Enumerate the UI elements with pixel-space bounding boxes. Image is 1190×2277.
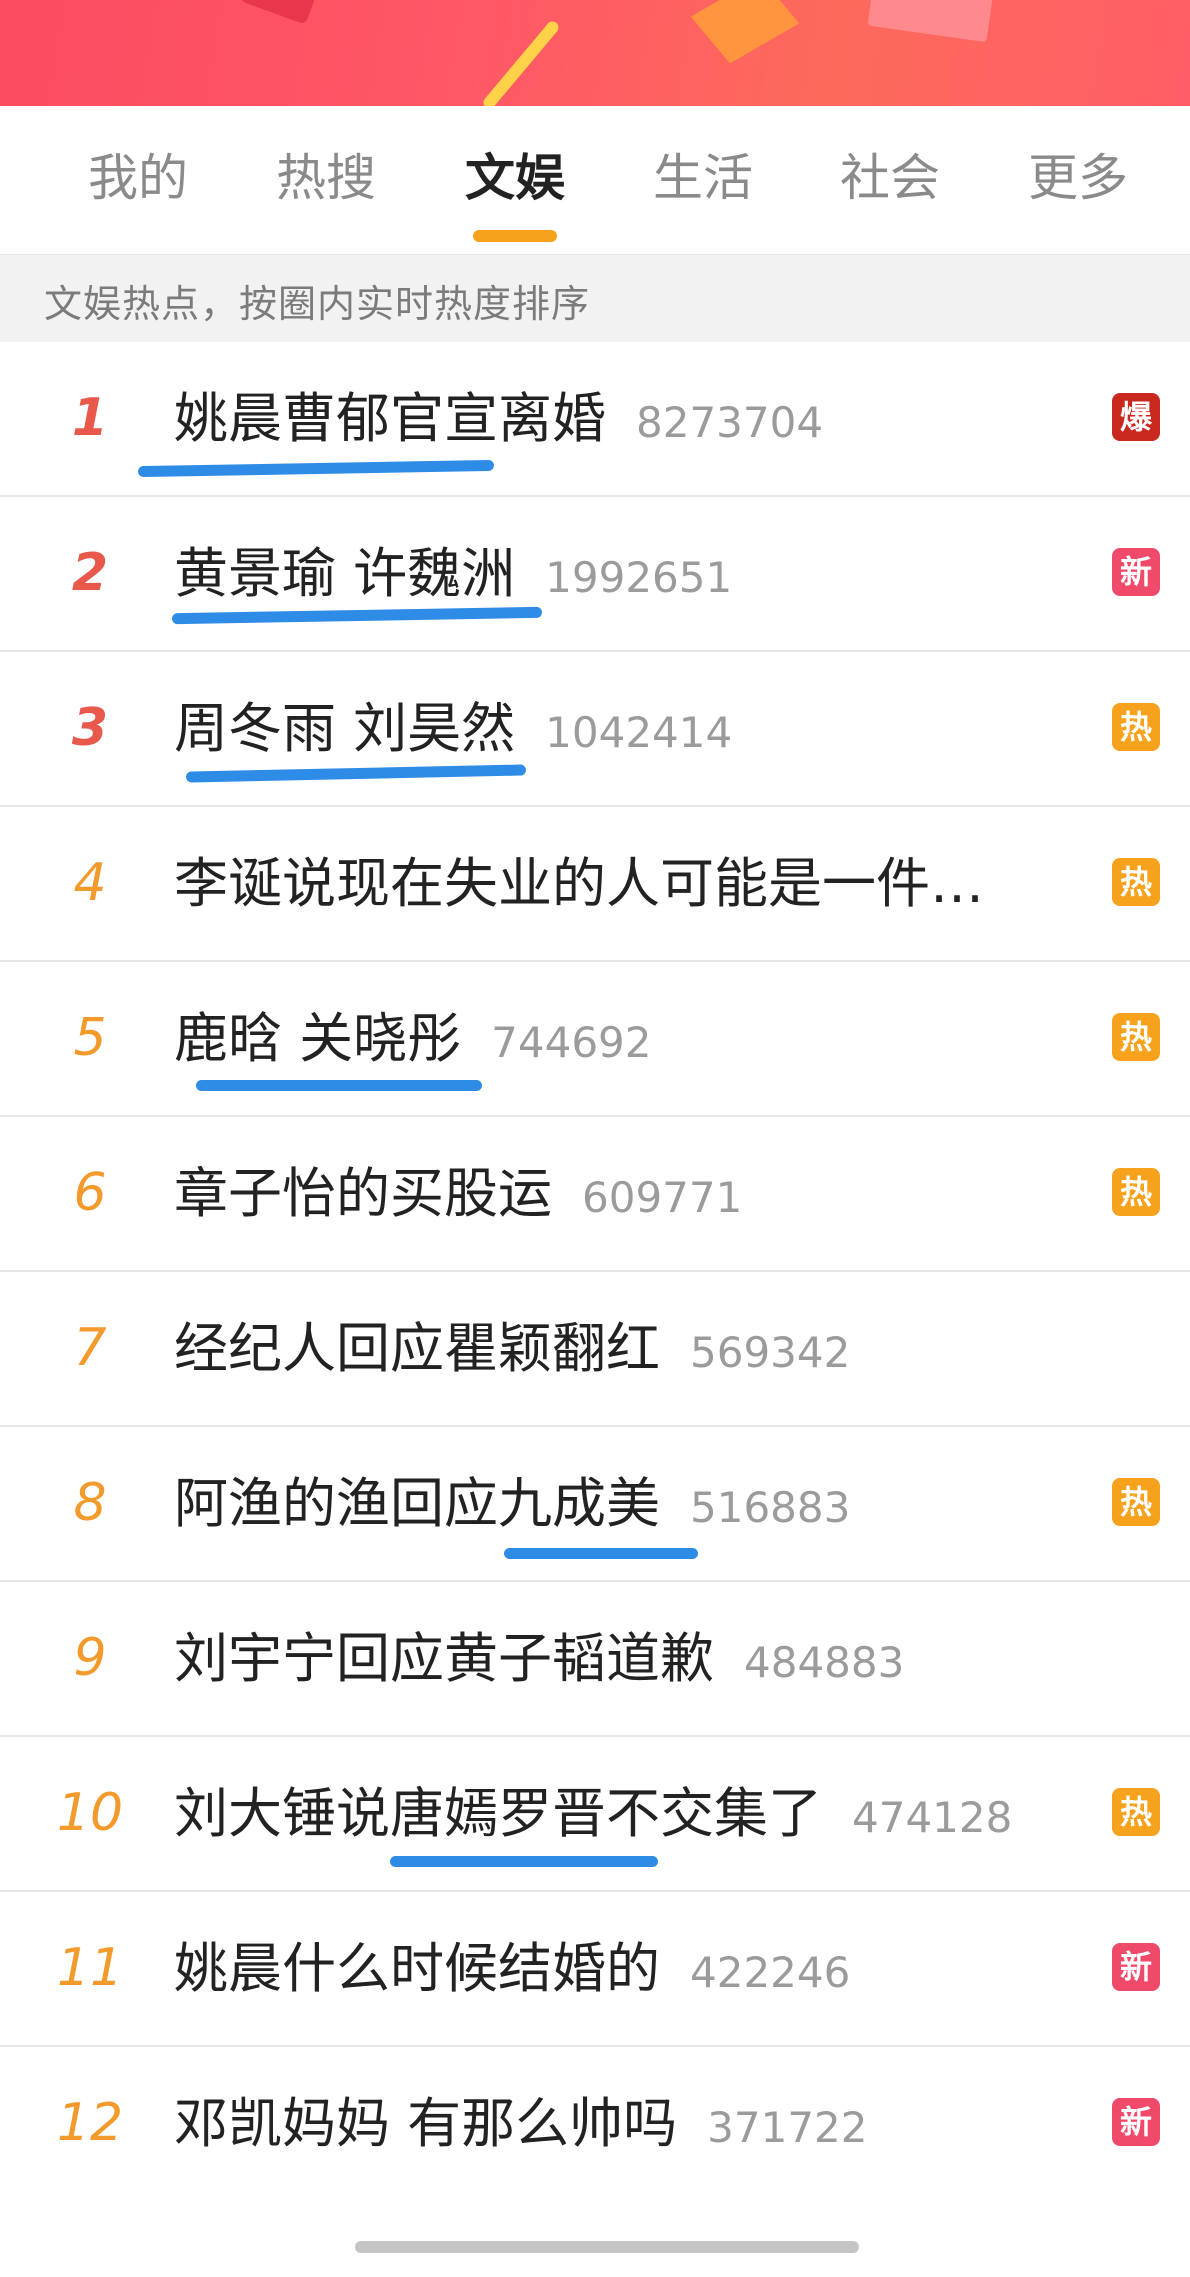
rank-number: 11 [56, 1938, 124, 1998]
hand-drawn-underline [504, 1548, 698, 1559]
rank-number: 8 [73, 1473, 107, 1533]
topic-title: 李诞说现在失业的人可能是一件… [174, 852, 984, 915]
new-badge: 新 [1112, 548, 1160, 596]
category-tabs: 我的 热搜 文娱 生活 社会 更多 [0, 106, 1190, 254]
hand-drawn-underline [137, 459, 495, 478]
section-description-text: 文娱热点，按圈内实时热度排序 [44, 282, 591, 326]
section-description: 文娱热点，按圈内实时热度排序 [0, 254, 1190, 342]
heat-count: 371722 [707, 2103, 868, 2152]
rank-number: 12 [56, 2093, 124, 2153]
hand-drawn-underline [196, 1080, 482, 1091]
rank-number: 7 [73, 1318, 107, 1378]
list-item[interactable]: 3 周冬雨 刘昊然 1042414 热 [0, 652, 1190, 807]
trending-badge: 热 [1112, 858, 1160, 906]
trending-badge: 热 [1112, 703, 1160, 751]
list-item[interactable]: 1 姚晨曹郁官宣离婚 8273704 爆 [0, 342, 1190, 497]
list-item[interactable]: 5 鹿晗 关晓彤 744692 热 [0, 962, 1190, 1117]
list-item[interactable]: 7 经纪人回应瞿颖翻红 569342 [0, 1272, 1190, 1427]
topic-title: 邓凯妈妈 有那么帅吗 [174, 2092, 678, 2155]
rank-number: 9 [73, 1628, 107, 1688]
trending-list: 1 姚晨曹郁官宣离婚 8273704 爆 2 黄景瑜 许魏洲 1992651 新… [0, 342, 1190, 2202]
new-badge: 新 [1112, 2098, 1160, 2146]
hot-badge: 爆 [1112, 393, 1160, 441]
banner-decoration-gem [690, 0, 800, 64]
topic-title: 刘宇宁回应黄子韬道歉 [174, 1627, 714, 1690]
topic-title: 章子怡的买股运 [174, 1162, 552, 1225]
list-item[interactable]: 12 邓凯妈妈 有那么帅吗 371722 新 [0, 2047, 1190, 2202]
topic-title: 周冬雨 刘昊然 [174, 697, 516, 760]
top-banner [0, 0, 1190, 106]
heat-count: 516883 [690, 1483, 851, 1532]
heat-count: 1992651 [545, 553, 733, 602]
rank-number: 6 [73, 1163, 107, 1223]
list-item[interactable]: 9 刘宇宁回应黄子韬道歉 484883 [0, 1582, 1190, 1737]
heat-count: 744692 [491, 1018, 652, 1067]
heat-count: 1042414 [545, 708, 733, 757]
list-item[interactable]: 2 黄景瑜 许魏洲 1992651 新 [0, 497, 1190, 652]
rank-number: 5 [73, 1008, 107, 1068]
list-item[interactable]: 10 刘大锤说唐嫣罗晋不交集了 474128 热 [0, 1737, 1190, 1892]
heat-count: 422246 [690, 1948, 851, 1997]
tab-entertainment[interactable]: 文娱 [445, 148, 585, 208]
trending-badge: 热 [1112, 1168, 1160, 1216]
trending-badge: 热 [1112, 1788, 1160, 1836]
hand-drawn-underline [185, 764, 527, 783]
topic-title: 经纪人回应瞿颖翻红 [174, 1317, 660, 1380]
tab-life[interactable]: 生活 [633, 148, 773, 208]
heat-count: 8273704 [636, 398, 824, 447]
rank-number: 4 [73, 853, 107, 913]
tab-society[interactable]: 社会 [820, 148, 960, 208]
rank-number: 1 [71, 388, 109, 448]
heat-count: 569342 [690, 1328, 851, 1377]
active-tab-indicator [473, 230, 557, 242]
topic-title: 阿渔的渔回应九成美 [174, 1472, 660, 1535]
tab-more[interactable]: 更多 [1008, 148, 1148, 208]
trending-badge: 热 [1112, 1478, 1160, 1526]
list-item[interactable]: 6 章子怡的买股运 609771 热 [0, 1117, 1190, 1272]
topic-title: 姚晨曹郁官宣离婚 [174, 387, 606, 450]
trending-badge: 热 [1112, 1013, 1160, 1061]
topic-title: 鹿晗 关晓彤 [174, 1007, 462, 1070]
banner-decoration-left [239, 0, 321, 25]
list-item[interactable]: 4 李诞说现在失业的人可能是一件… 热 [0, 807, 1190, 962]
hand-drawn-underline [390, 1856, 658, 1867]
topic-title: 姚晨什么时候结婚的 [174, 1937, 660, 2000]
home-indicator[interactable] [355, 2241, 859, 2253]
tab-hot-search[interactable]: 热搜 [256, 148, 396, 208]
list-item[interactable]: 8 阿渔的渔回应九成美 516883 热 [0, 1427, 1190, 1582]
list-item[interactable]: 11 姚晨什么时候结婚的 422246 新 [0, 1892, 1190, 2047]
tab-mine[interactable]: 我的 [68, 148, 208, 208]
banner-decoration-wand [481, 19, 561, 106]
rank-number: 10 [56, 1783, 124, 1843]
new-badge: 新 [1112, 1943, 1160, 1991]
heat-count: 474128 [852, 1793, 1013, 1842]
rank-number: 3 [71, 698, 109, 758]
heat-count: 484883 [744, 1638, 905, 1687]
heat-count: 609771 [582, 1173, 743, 1222]
rank-number: 2 [71, 543, 109, 603]
topic-title: 刘大锤说唐嫣罗晋不交集了 [174, 1782, 822, 1845]
banner-decoration-box [867, 0, 993, 43]
topic-title: 黄景瑜 许魏洲 [174, 542, 516, 605]
